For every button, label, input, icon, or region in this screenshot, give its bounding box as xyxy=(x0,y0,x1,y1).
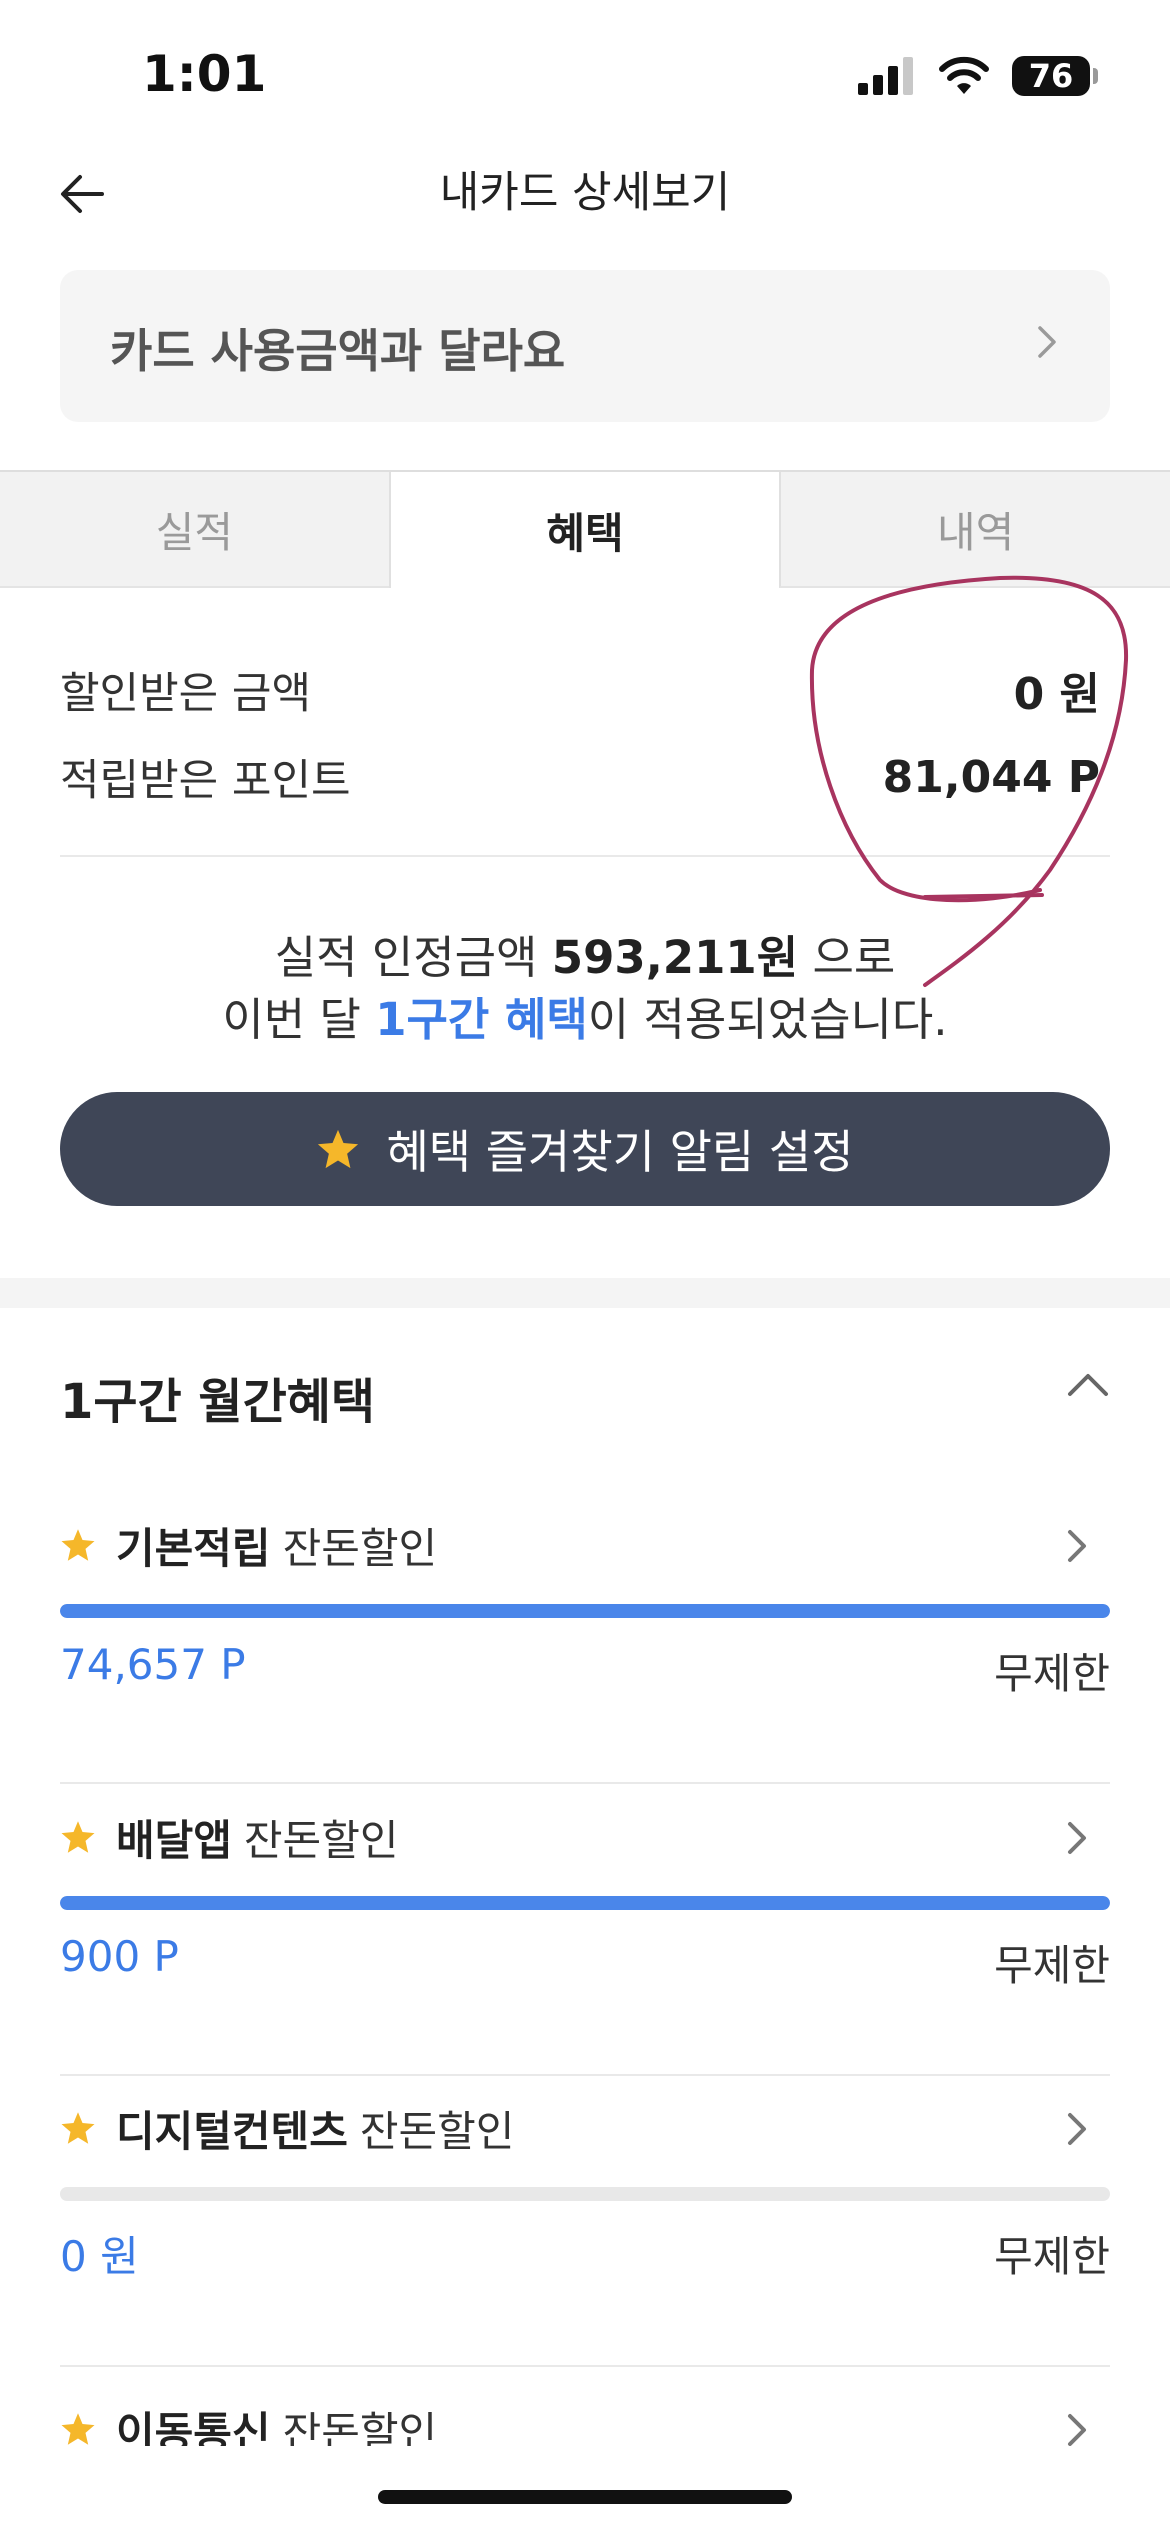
status-bar: 1:01 76 xyxy=(0,0,1170,150)
usage-difference-card[interactable]: 카드 사용금액과 달라요 xyxy=(60,270,1110,422)
discount-value: 0 원 xyxy=(1013,669,1100,720)
points-label: 적립받은 포인트 xyxy=(60,756,351,806)
star-icon xyxy=(61,2112,95,2144)
star-icon xyxy=(318,1129,359,1169)
benefit-amount: 900 P xyxy=(60,1932,179,1981)
star-icon xyxy=(61,1821,95,1853)
status-time: 1:01 xyxy=(142,45,267,103)
signal-icon xyxy=(858,57,913,95)
chevron-right-icon xyxy=(1068,2414,1086,2446)
discount-row: 할인받은 금액 0 원 xyxy=(60,655,1110,725)
benefit-item: 기본적립 잔돈할인 74,657 P 무제한 xyxy=(60,1510,1110,1800)
benefit-item: 이동통신 잔돈할인 xyxy=(60,2386,1110,2446)
star-icon xyxy=(61,2413,95,2445)
discount-label: 할인받은 금액 xyxy=(60,669,312,719)
benefit-item: 디지털컨텐츠 잔돈할인 0 원 무제한 xyxy=(60,2093,1110,2383)
notice-label: 카드 사용금액과 달라요 xyxy=(110,324,566,378)
progress-track xyxy=(60,1604,1110,1618)
benefit-divider xyxy=(60,2074,1110,2076)
benefit-name: 이동통신 xyxy=(116,2407,271,2447)
benefit-item: 배달앱 잔돈할인 900 P 무제한 xyxy=(60,1802,1110,2092)
top-nav: 내카드 상세보기 xyxy=(0,140,1170,250)
chevron-right-icon xyxy=(1068,1822,1086,1854)
benefit-header[interactable]: 배달앱 잔돈할인 xyxy=(60,1802,1110,1872)
benefit-divider xyxy=(60,1782,1110,1784)
summary-divider xyxy=(60,855,1110,857)
result-line-2: 이번 달 1구간 혜택이 적용되었습니다. xyxy=(0,989,1170,1051)
benefit-header[interactable]: 이동통신 잔돈할인 xyxy=(60,2394,1110,2446)
tab-performance[interactable]: 실적 xyxy=(0,472,389,588)
result-text: 이 적용되었습니다. xyxy=(587,993,948,1046)
benefit-limit: 무제한 xyxy=(994,1649,1110,1698)
benefit-type: 잔돈할인 xyxy=(359,2106,515,2156)
section-separator xyxy=(0,1278,1170,1308)
progress-track xyxy=(60,2187,1110,2201)
section-title: 1구간 월간혜택 xyxy=(60,1374,376,1430)
chevron-right-icon xyxy=(1068,2113,1086,2145)
tab-benefits[interactable]: 혜택 xyxy=(388,472,780,588)
tier-highlight: 1구간 혜택 xyxy=(375,993,588,1046)
progress-fill xyxy=(60,1604,1110,1618)
benefit-header[interactable]: 기본적립 잔돈할인 xyxy=(60,1510,1110,1580)
result-text: 이번 달 xyxy=(222,993,376,1046)
benefit-name: 기본적립 xyxy=(116,1523,271,1573)
points-row: 적립받은 포인트 81,044 P xyxy=(60,742,1110,812)
recognized-amount: 593,211원 xyxy=(551,931,799,984)
benefit-limit: 무제한 xyxy=(994,2232,1110,2281)
battery-level: 76 xyxy=(1028,57,1074,95)
battery-icon: 76 xyxy=(1012,56,1098,96)
benefit-type: 잔돈할인 xyxy=(243,1815,399,1865)
chevron-right-icon xyxy=(1038,326,1056,358)
benefit-amount: 74,657 P xyxy=(60,1640,246,1689)
favorite-alert-label: 혜택 즐겨찾기 알림 설정 xyxy=(386,1125,854,1179)
benefit-name: 디지털컨텐츠 xyxy=(116,2106,348,2156)
page: 1:01 76 내카드 상세보기 카드 사용금액과 달라요 실적 혜택 내역 할… xyxy=(0,0,1170,2532)
status-icons: 76 xyxy=(858,56,1098,96)
progress-fill xyxy=(60,1896,1110,1910)
chevron-right-icon xyxy=(1068,1530,1086,1562)
benefit-name: 배달앱 xyxy=(116,1815,232,1865)
result-line-1: 실적 인정금액 593,211원 으로 xyxy=(0,927,1170,989)
benefit-header[interactable]: 디지털컨텐츠 잔돈할인 xyxy=(60,2093,1110,2163)
benefit-limit: 무제한 xyxy=(994,1941,1110,1990)
page-title: 내카드 상세보기 xyxy=(439,168,731,218)
tab-bar: 실적 혜택 내역 xyxy=(0,470,1170,588)
benefit-amount: 0 원 xyxy=(60,2232,139,2281)
tab-history[interactable]: 내역 xyxy=(779,472,1170,588)
benefit-type: 잔돈할인 xyxy=(282,1523,438,1573)
home-indicator xyxy=(378,2490,792,2504)
favorite-alert-button[interactable]: 혜택 즐겨찾기 알림 설정 xyxy=(60,1092,1110,1206)
result-text: 으로 xyxy=(798,931,896,984)
benefit-divider xyxy=(60,2365,1110,2367)
star-icon xyxy=(61,1529,95,1561)
benefit-type: 잔돈할인 xyxy=(282,2407,438,2447)
progress-track xyxy=(60,1896,1110,1910)
points-value: 81,044 P xyxy=(882,751,1100,803)
result-text: 실적 인정금액 xyxy=(274,931,552,984)
wifi-icon xyxy=(939,56,989,94)
chevron-up-icon[interactable] xyxy=(1066,1370,1110,1398)
